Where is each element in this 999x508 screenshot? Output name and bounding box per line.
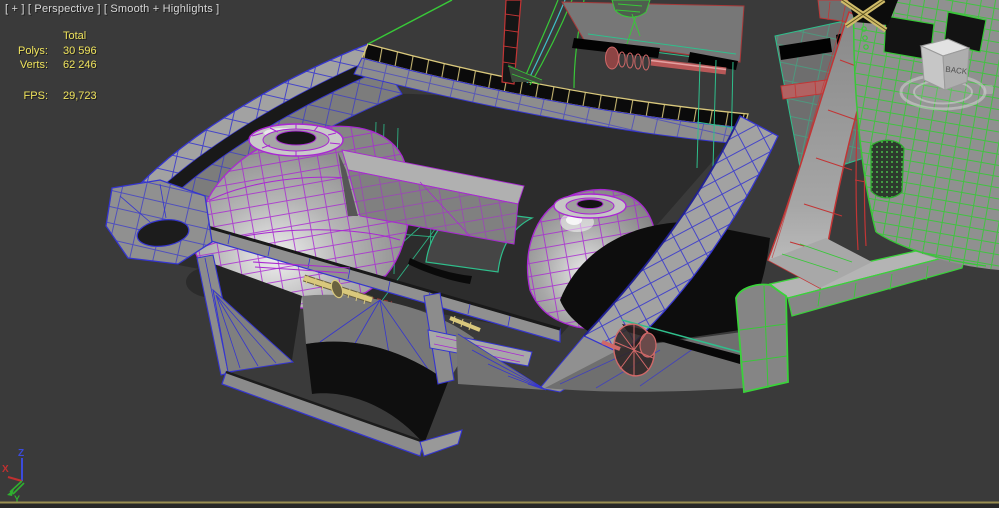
stats-verts-value: 62 246 [63,59,97,71]
viewport-edge [0,503,999,508]
strut-mount-ring-right [553,193,627,219]
stats-fps-value: 29,723 [63,89,97,102]
statistics-overlay: Total Polys: 30 596 Verts: 62 246 FPS: 2… [10,29,97,103]
viewport-label[interactable]: [ + ] [ Perspective ] [ Smooth + Highlig… [5,3,219,15]
viewport-active-border [0,501,999,504]
strut-mount-ring-left [248,123,344,157]
stats-polys-value: 30 596 [63,44,97,57]
stats-verts-row: Verts: 62 246 [10,58,97,73]
stats-fps-row: FPS: 29,723 [10,89,97,104]
stats-verts-label: Verts: [19,59,48,71]
stats-fps-label: FPS: [23,89,48,102]
stats-polys-label: Polys: [18,44,48,57]
stats-total-header: Total [63,30,87,42]
axis-z-label: Z [18,448,24,459]
sill-end-box [735,283,789,394]
vent-grille [870,139,905,199]
viewcube-ring-tab[interactable] [984,85,993,94]
3d-viewport[interactable]: BACK Z X Y [ + ] [ Perspective ] [ Smoot… [0,0,999,508]
rear-quarter-panel [852,0,999,270]
stats-polys-row: Polys: 30 596 [10,44,97,59]
stats-header-row: Total [10,29,97,44]
3d-scene-canvas[interactable]: BACK Z X Y [0,0,999,508]
axis-x-label: X [2,464,9,475]
